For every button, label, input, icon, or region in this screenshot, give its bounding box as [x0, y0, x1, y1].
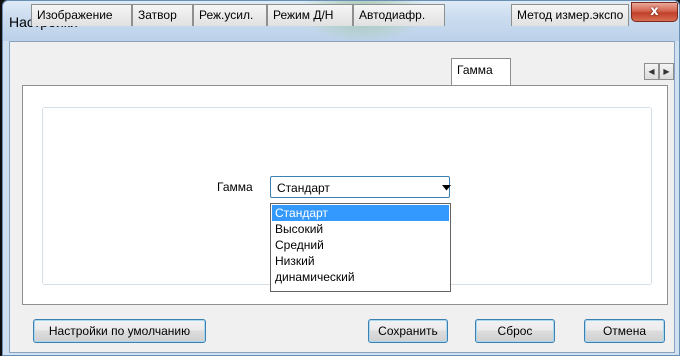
gamma-select-value: Стандарт — [277, 181, 330, 195]
gamma-label: Гамма — [217, 180, 253, 194]
reset-button[interactable]: Сброс — [475, 319, 555, 343]
gamma-option-low[interactable]: Низкий — [272, 253, 449, 269]
gamma-option-medium[interactable]: Средний — [272, 237, 449, 253]
save-button[interactable]: Сохранить — [368, 319, 448, 343]
gamma-select[interactable]: Стандарт — [270, 176, 451, 198]
chevron-left-icon: ◀ — [648, 67, 655, 76]
tab-image[interactable]: Изображение — [31, 4, 132, 26]
tab-gain-mode[interactable]: Реж.усил. — [193, 4, 267, 26]
tab-metering-method[interactable]: Метод измер.экспо — [511, 4, 629, 26]
tab-gamma[interactable]: Гамма — [451, 58, 511, 85]
tab-scroll-right-button[interactable]: ▶ — [659, 63, 674, 80]
tab-shutter[interactable]: Затвор — [132, 4, 193, 26]
cancel-button[interactable]: Отмена — [584, 319, 665, 343]
tab-label: Изображение — [37, 8, 113, 22]
tab-label: Метод измер.экспо — [517, 8, 624, 22]
gamma-option-high[interactable]: Высокий — [272, 221, 449, 237]
defaults-button[interactable]: Настройки по умолчанию — [33, 319, 206, 343]
tab-label: Затвор — [138, 8, 177, 22]
gamma-options-list: Стандарт Высокий Средний Низкий динамиче… — [270, 203, 451, 292]
tab-auto-iris[interactable]: Автодиафр. — [353, 4, 445, 26]
tab-scroll-left-button[interactable]: ◀ — [644, 63, 659, 80]
tab-label: Режим Д/Н — [273, 8, 334, 22]
gamma-option-standard[interactable]: Стандарт — [272, 205, 449, 221]
tab-label: Гамма — [457, 63, 493, 77]
tab-label: Автодиафр. — [359, 8, 426, 22]
close-button[interactable]: x — [631, 2, 678, 22]
chevron-right-icon: ▶ — [663, 67, 670, 76]
tab-label: Реж.усил. — [199, 8, 254, 22]
gamma-option-dynamic[interactable]: динамический — [272, 269, 449, 285]
tab-day-night-mode[interactable]: Режим Д/Н — [267, 4, 353, 26]
